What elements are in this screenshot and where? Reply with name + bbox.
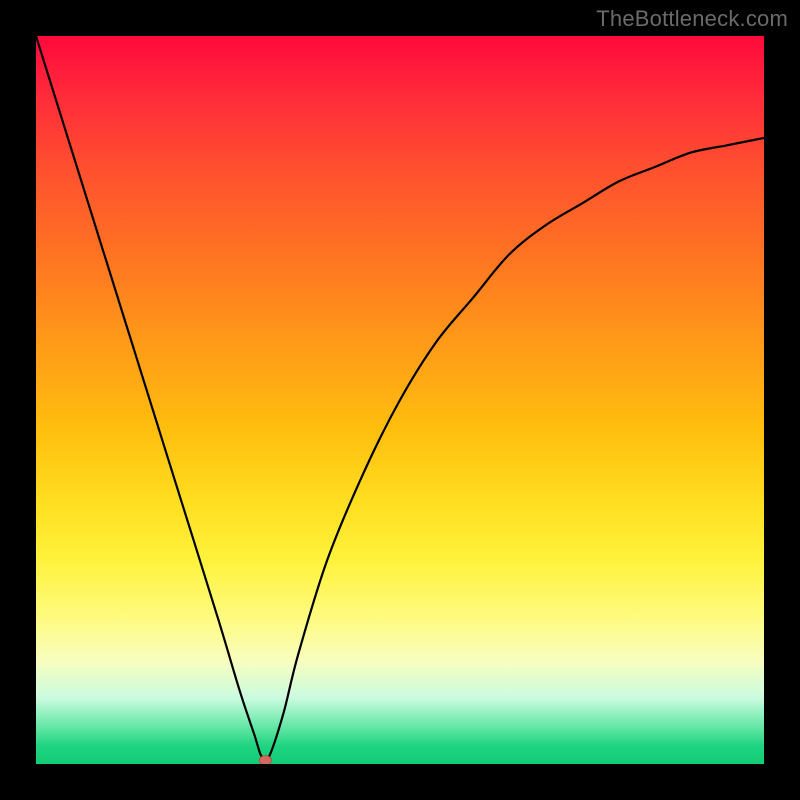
chart-frame: TheBottleneck.com [0, 0, 800, 800]
watermark-text: TheBottleneck.com [596, 6, 788, 32]
plot-area [36, 36, 764, 764]
